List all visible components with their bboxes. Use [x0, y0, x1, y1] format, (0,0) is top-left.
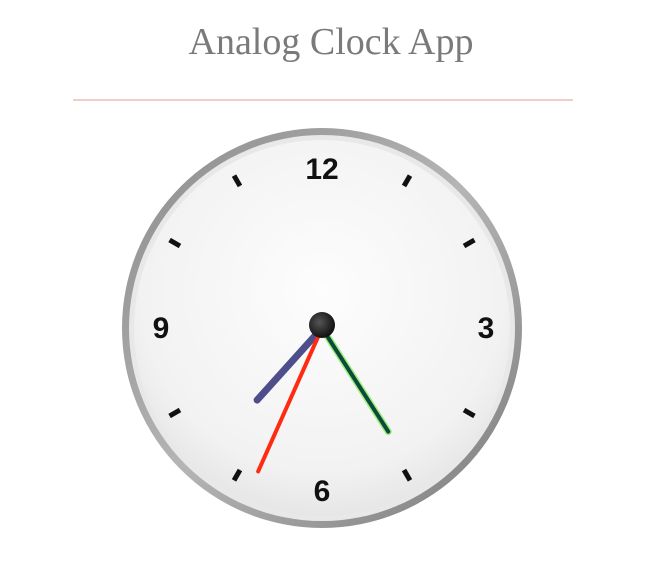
center-hub [309, 312, 335, 338]
numeral-6: 6 [314, 475, 331, 508]
page-title: Analog Clock App [188, 21, 474, 63]
analog-clock: 12 3 6 9 [118, 124, 526, 532]
numeral-9: 9 [153, 312, 170, 345]
numeral-3: 3 [478, 312, 495, 345]
title-divider [73, 99, 573, 101]
clock-svg: 12 3 6 9 [122, 128, 522, 528]
app-page: Analog Clock App 12 3 6 9 [0, 0, 662, 572]
numeral-12: 12 [305, 153, 338, 186]
